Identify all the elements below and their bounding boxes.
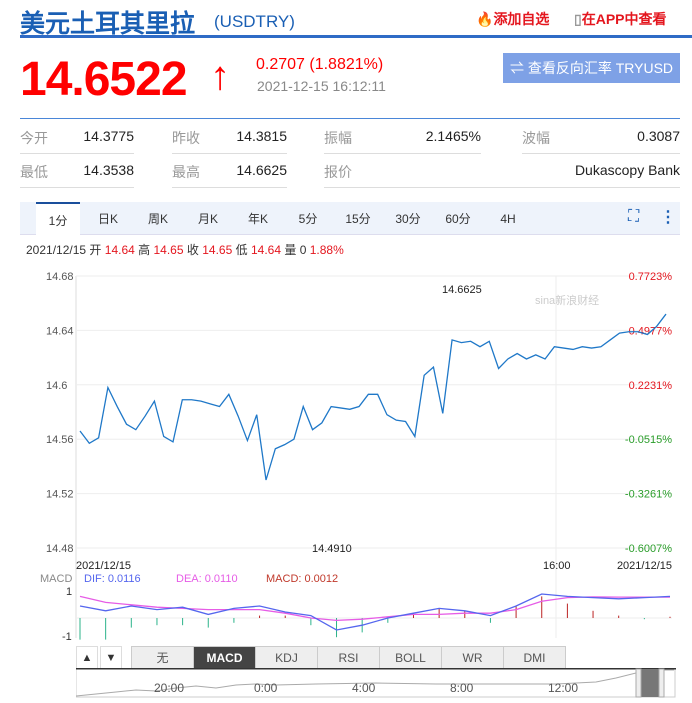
stat-label: 昨收 bbox=[172, 130, 200, 146]
macd-tick: -1 bbox=[62, 631, 72, 643]
y-tick-label: 14.64 bbox=[46, 325, 74, 337]
stat-label: 今开 bbox=[20, 130, 48, 146]
indicator-tab[interactable]: 无 bbox=[131, 646, 194, 670]
divider bbox=[20, 153, 134, 154]
tab-period[interactable]: 15分 bbox=[336, 202, 380, 234]
stat-value: 0.3087 bbox=[637, 128, 680, 144]
tab-period[interactable]: 60分 bbox=[436, 202, 480, 234]
price-line bbox=[79, 313, 667, 481]
stat-label: 报价 bbox=[324, 164, 352, 180]
up-arrow-icon: ↑ bbox=[210, 54, 230, 98]
indicator-tab[interactable]: KDJ bbox=[255, 646, 318, 670]
stat-label: 最高 bbox=[172, 164, 200, 180]
dea-label: DEA: 0.0110 bbox=[176, 573, 238, 585]
navigator-label: 4:00 bbox=[352, 681, 376, 695]
divider bbox=[20, 118, 680, 119]
indicator-tab[interactable]: RSI bbox=[317, 646, 380, 670]
y-tick-label: 14.52 bbox=[46, 489, 74, 501]
tab-period[interactable]: 1分 bbox=[36, 202, 80, 235]
divider bbox=[324, 187, 680, 188]
add-watchlist-button[interactable]: 🔥添加自选 bbox=[476, 9, 549, 29]
x-label: 2021/12/15 bbox=[76, 560, 131, 572]
stat-label: 波幅 bbox=[522, 130, 550, 146]
ohlc-summary: 2021/12/15 开 14.64 高 14.65 收 14.65 低 14.… bbox=[26, 243, 344, 257]
navigator-label: 8:00 bbox=[450, 681, 474, 695]
period-tabs: 1分 日K 周K 月K 年K 5分 15分 30分 60分 4H ⛶ ⋮ bbox=[20, 202, 680, 235]
stat-label: 最低 bbox=[20, 164, 48, 180]
fire-icon: 🔥 bbox=[476, 11, 494, 27]
stat-value: 14.3538 bbox=[83, 162, 134, 178]
dif-line bbox=[79, 593, 671, 631]
stat-value: 14.3815 bbox=[236, 128, 287, 144]
tab-period[interactable]: 5分 bbox=[286, 202, 330, 234]
price-change: 0.2707 (1.8821%) bbox=[256, 56, 384, 73]
stat-value: 2.1465% bbox=[425, 128, 481, 144]
navigator-selection bbox=[641, 669, 659, 697]
y-tick-label: 14.6 bbox=[46, 380, 67, 392]
right-tick-label: -0.3261% bbox=[625, 489, 672, 501]
indicator-tab[interactable]: WR bbox=[441, 646, 504, 670]
indicator-tab[interactable]: BOLL bbox=[379, 646, 442, 670]
right-tick-label: 0.2231% bbox=[629, 380, 673, 392]
view-in-app-button[interactable]: ▯在APP中查看 bbox=[574, 9, 667, 29]
max-label: 14.6625 bbox=[442, 284, 482, 296]
tab-period[interactable]: 日K bbox=[86, 202, 130, 234]
macd-label: MACD bbox=[40, 573, 72, 585]
divider bbox=[20, 187, 134, 188]
tab-period[interactable]: 4H bbox=[486, 202, 530, 234]
scroll-up-button[interactable]: ▲ bbox=[76, 646, 98, 670]
x-label: 2021/12/15 bbox=[617, 560, 672, 572]
fullscreen-icon[interactable]: ⛶ bbox=[628, 208, 639, 226]
navigator-label: 0:00 bbox=[254, 681, 278, 695]
dif-label: DIF: 0.0116 bbox=[84, 573, 141, 585]
tab-period[interactable]: 年K bbox=[236, 202, 280, 234]
current-price: 14.6522 bbox=[20, 53, 188, 106]
divider bbox=[172, 187, 287, 188]
macd-value-label: MACD: 0.0012 bbox=[266, 573, 338, 585]
divider bbox=[324, 153, 481, 154]
watermark-logo: sina新浪财经 bbox=[535, 293, 599, 307]
indicator-tab[interactable]: DMI bbox=[503, 646, 566, 670]
navigator-handle-right bbox=[658, 668, 665, 698]
x-label: 16:00 bbox=[543, 560, 571, 572]
symbol-code: (USDTRY) bbox=[214, 12, 295, 31]
price-chart[interactable]: 14.68 0.7723%14.64 0.4977%14.6 0.2231%14.56… bbox=[0, 260, 692, 645]
y-tick-label: 14.68 bbox=[46, 271, 74, 283]
tab-period[interactable]: 月K bbox=[186, 202, 230, 234]
right-tick-label: -0.0515% bbox=[625, 434, 672, 446]
min-label: 14.4910 bbox=[312, 543, 352, 555]
navigator-label: 12:00 bbox=[548, 681, 578, 695]
stat-value: 14.3775 bbox=[83, 128, 134, 144]
divider bbox=[172, 153, 287, 154]
navigator-label: 20:00 bbox=[154, 681, 184, 695]
reverse-rate-button[interactable]: ⇌ 查看反向汇率 TRYUSD bbox=[503, 53, 680, 83]
macd-tick: 1 bbox=[66, 586, 72, 598]
y-tick-label: 14.56 bbox=[46, 434, 74, 446]
tab-period[interactable]: 30分 bbox=[386, 202, 430, 234]
tab-period[interactable]: 周K bbox=[136, 202, 180, 234]
stat-label: 振幅 bbox=[324, 130, 352, 146]
phone-icon: ▯ bbox=[574, 11, 582, 27]
stat-value: Dukascopy Bank bbox=[574, 162, 680, 178]
navigator-handle-left bbox=[635, 668, 642, 698]
y-tick-label: 14.48 bbox=[46, 543, 74, 555]
right-tick-label: 0.7723% bbox=[629, 271, 673, 283]
indicator-tab[interactable]: MACD bbox=[193, 646, 256, 670]
stat-value: 14.6625 bbox=[236, 162, 287, 178]
quote-time: 2021-12-15 16:12:11 bbox=[257, 78, 386, 94]
scroll-down-button[interactable]: ▼ bbox=[100, 646, 122, 670]
divider bbox=[20, 35, 692, 38]
right-tick-label: -0.6007% bbox=[625, 543, 672, 555]
more-icon[interactable]: ⋮ bbox=[660, 207, 676, 227]
divider bbox=[522, 153, 680, 154]
range-navigator[interactable]: 20:00 0:00 4:00 8:00 12:00 bbox=[76, 668, 676, 698]
